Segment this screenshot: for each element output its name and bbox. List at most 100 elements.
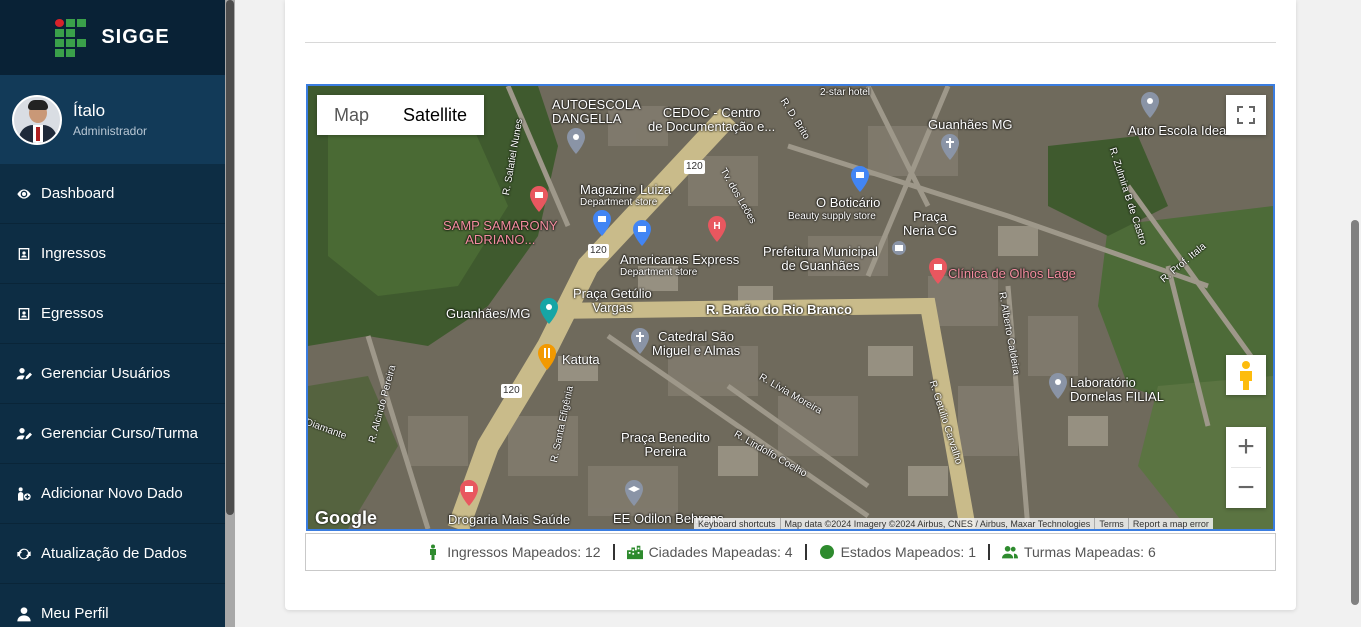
user-add-icon [15,485,33,503]
city-icon [626,545,643,560]
hospital-pin-icon[interactable] [529,186,549,212]
sidebar-item-meu-perfil[interactable]: Meu Perfil [0,584,225,627]
shopping-pin-icon[interactable] [632,220,652,246]
stat-cidades-label: Ciadades Mapeadas: 4 [648,544,793,560]
pharmacy-pin-icon[interactable] [459,480,479,506]
page-scrollbar-thumb[interactable] [1351,220,1359,605]
keyboard-shortcuts-link[interactable]: Keyboard shortcuts [694,518,780,529]
sidebar-item-label: Ingressos [41,245,107,262]
stat-ingressos-label: Ingressos Mapeados: 12 [447,544,601,560]
map-type-satellite-button[interactable]: Satellite [386,95,484,135]
map-label: Catedral São Miguel e Almas [652,329,741,358]
government-pin-icon[interactable] [889,238,909,264]
sidebar-nav: Dashboard Ingressos Egressos Gerenciar U… [0,164,225,627]
church-pin-icon[interactable] [630,328,650,354]
sync-icon [15,545,33,563]
sidebar-item-atualizacao-de-dados[interactable]: Atualização de Dados [0,524,225,584]
shopping-pin-icon[interactable] [592,210,612,236]
map-label: Guanhães MG [928,117,1013,132]
page-scrollbar[interactable] [1349,0,1361,627]
sidebar-item-label: Gerenciar Usuários [41,365,171,382]
avatar [12,94,62,145]
stat-estados: Estados Mapeados: 1 [819,544,976,560]
map-label: Magazine Luiza [580,182,672,197]
users-icon [1001,546,1018,559]
place-pin-icon[interactable] [1140,92,1160,118]
user-panel[interactable]: Ítalo Administrador [0,75,225,164]
map-label: Department store [620,267,698,278]
school-pin-icon[interactable] [624,480,644,506]
sidebar-scrollbar[interactable] [225,0,235,627]
person-icon [430,544,437,560]
zoom-in-button[interactable]: + [1226,427,1266,467]
map-label: Katuta [562,352,600,367]
sidebar-item-label: Atualização de Dados [41,545,187,562]
sidebar-item-gerenciar-usuarios[interactable]: Gerenciar Usuários [0,344,225,404]
road-shield: 120 [501,384,522,398]
sidebar-item-gerenciar-curso-turma[interactable]: Gerenciar Curso/Turma [0,404,225,464]
id-card-icon [15,305,33,323]
brand-name: SIGGE [101,26,170,48]
restaurant-pin-icon[interactable] [537,344,557,370]
user-edit-icon [15,425,33,443]
svg-text:H: H [713,221,720,232]
church-pin-icon[interactable] [940,134,960,160]
map-label: Praça Neria CG [903,209,958,238]
id-card-icon [15,245,33,263]
map-label: 2-star hotel [820,87,871,98]
eye-icon [15,185,33,203]
sidebar: SIGGE Ítalo Administrador Dashboard Ingr… [0,0,225,627]
map-label: Laboratório Dornelas FILIAL [1070,375,1164,404]
map-stats-bar: Ingressos Mapeados: 12 Ciadades Mapeadas… [305,533,1276,571]
shopping-pin-icon[interactable] [850,166,870,192]
hospital-pin-icon[interactable] [928,258,948,284]
circle-icon [819,545,834,559]
sidebar-item-egressos[interactable]: Egressos [0,284,225,344]
report-map-error-link[interactable]: Report a map error [1127,518,1213,529]
stat-cidades: Ciadades Mapeadas: 4 [626,544,793,560]
camera-pin-icon[interactable] [539,298,559,324]
zoom-out-button[interactable]: − [1226,468,1266,508]
map-label: Drogaria Mais Saúde [448,512,571,527]
user-name: Ítalo [73,101,106,120]
map-label: Guanhães/MG [446,306,531,321]
place-pin-icon[interactable] [566,128,586,154]
pegman-icon [1240,361,1252,390]
sidebar-item-ingressos[interactable]: Ingressos [0,224,225,284]
map-label: Beauty supply store [788,211,876,222]
hospital-pin-icon[interactable]: H [707,216,727,242]
map-type-map-button[interactable]: Map [317,95,386,135]
if-logo-icon [55,19,87,57]
sidebar-item-dashboard[interactable]: Dashboard [0,164,225,224]
map-attribution: Keyboard shortcuts Map data ©2024 Imager… [694,518,1213,529]
user-icon [15,605,33,623]
map-data-attribution: Map data ©2024 Imagery ©2024 Airbus, CNE… [779,518,1095,529]
brand[interactable]: SIGGE [0,0,225,75]
sidebar-item-label: Dashboard [41,185,115,202]
sidebar-item-label: Meu Perfil [41,605,109,622]
road-shield: 120 [684,160,705,174]
sidebar-item-label: Gerenciar Curso/Turma [41,425,198,442]
fullscreen-icon [1237,106,1255,124]
map-label: O Boticário [816,195,881,210]
map-label: Auto Escola Ideal [1128,123,1230,138]
satellite-map[interactable]: AUTOESCOLA DANGELLA CEDOC - Centro de Do… [306,84,1275,531]
sidebar-item-label: Egressos [41,305,104,322]
stat-turmas-label: Turmas Mapeadas: 6 [1023,544,1156,560]
map-label: R. Barão do Rio Branco [706,302,852,317]
sidebar-scrollbar-thumb[interactable] [226,0,234,515]
fullscreen-button[interactable] [1226,95,1266,135]
place-pin-icon[interactable] [1048,373,1068,399]
road-shield: 120 [588,244,609,258]
user-role: Administrador [73,124,148,138]
plus-icon: + [1237,430,1255,463]
sidebar-item-adicionar-novo-dado[interactable]: Adicionar Novo Dado [0,464,225,524]
stat-ingressos: Ingressos Mapeados: 12 [425,544,601,560]
map-label: Department store [580,197,658,208]
street-view-pegman[interactable] [1226,355,1266,395]
map-label: Prefeitura Municipal de Guanhães [763,244,878,273]
terms-link[interactable]: Terms [1094,518,1128,529]
user-edit-icon [15,365,33,383]
stat-estados-label: Estados Mapeados: 1 [840,544,976,560]
map-card: AUTOESCOLA DANGELLA CEDOC - Centro de Do… [285,0,1296,610]
